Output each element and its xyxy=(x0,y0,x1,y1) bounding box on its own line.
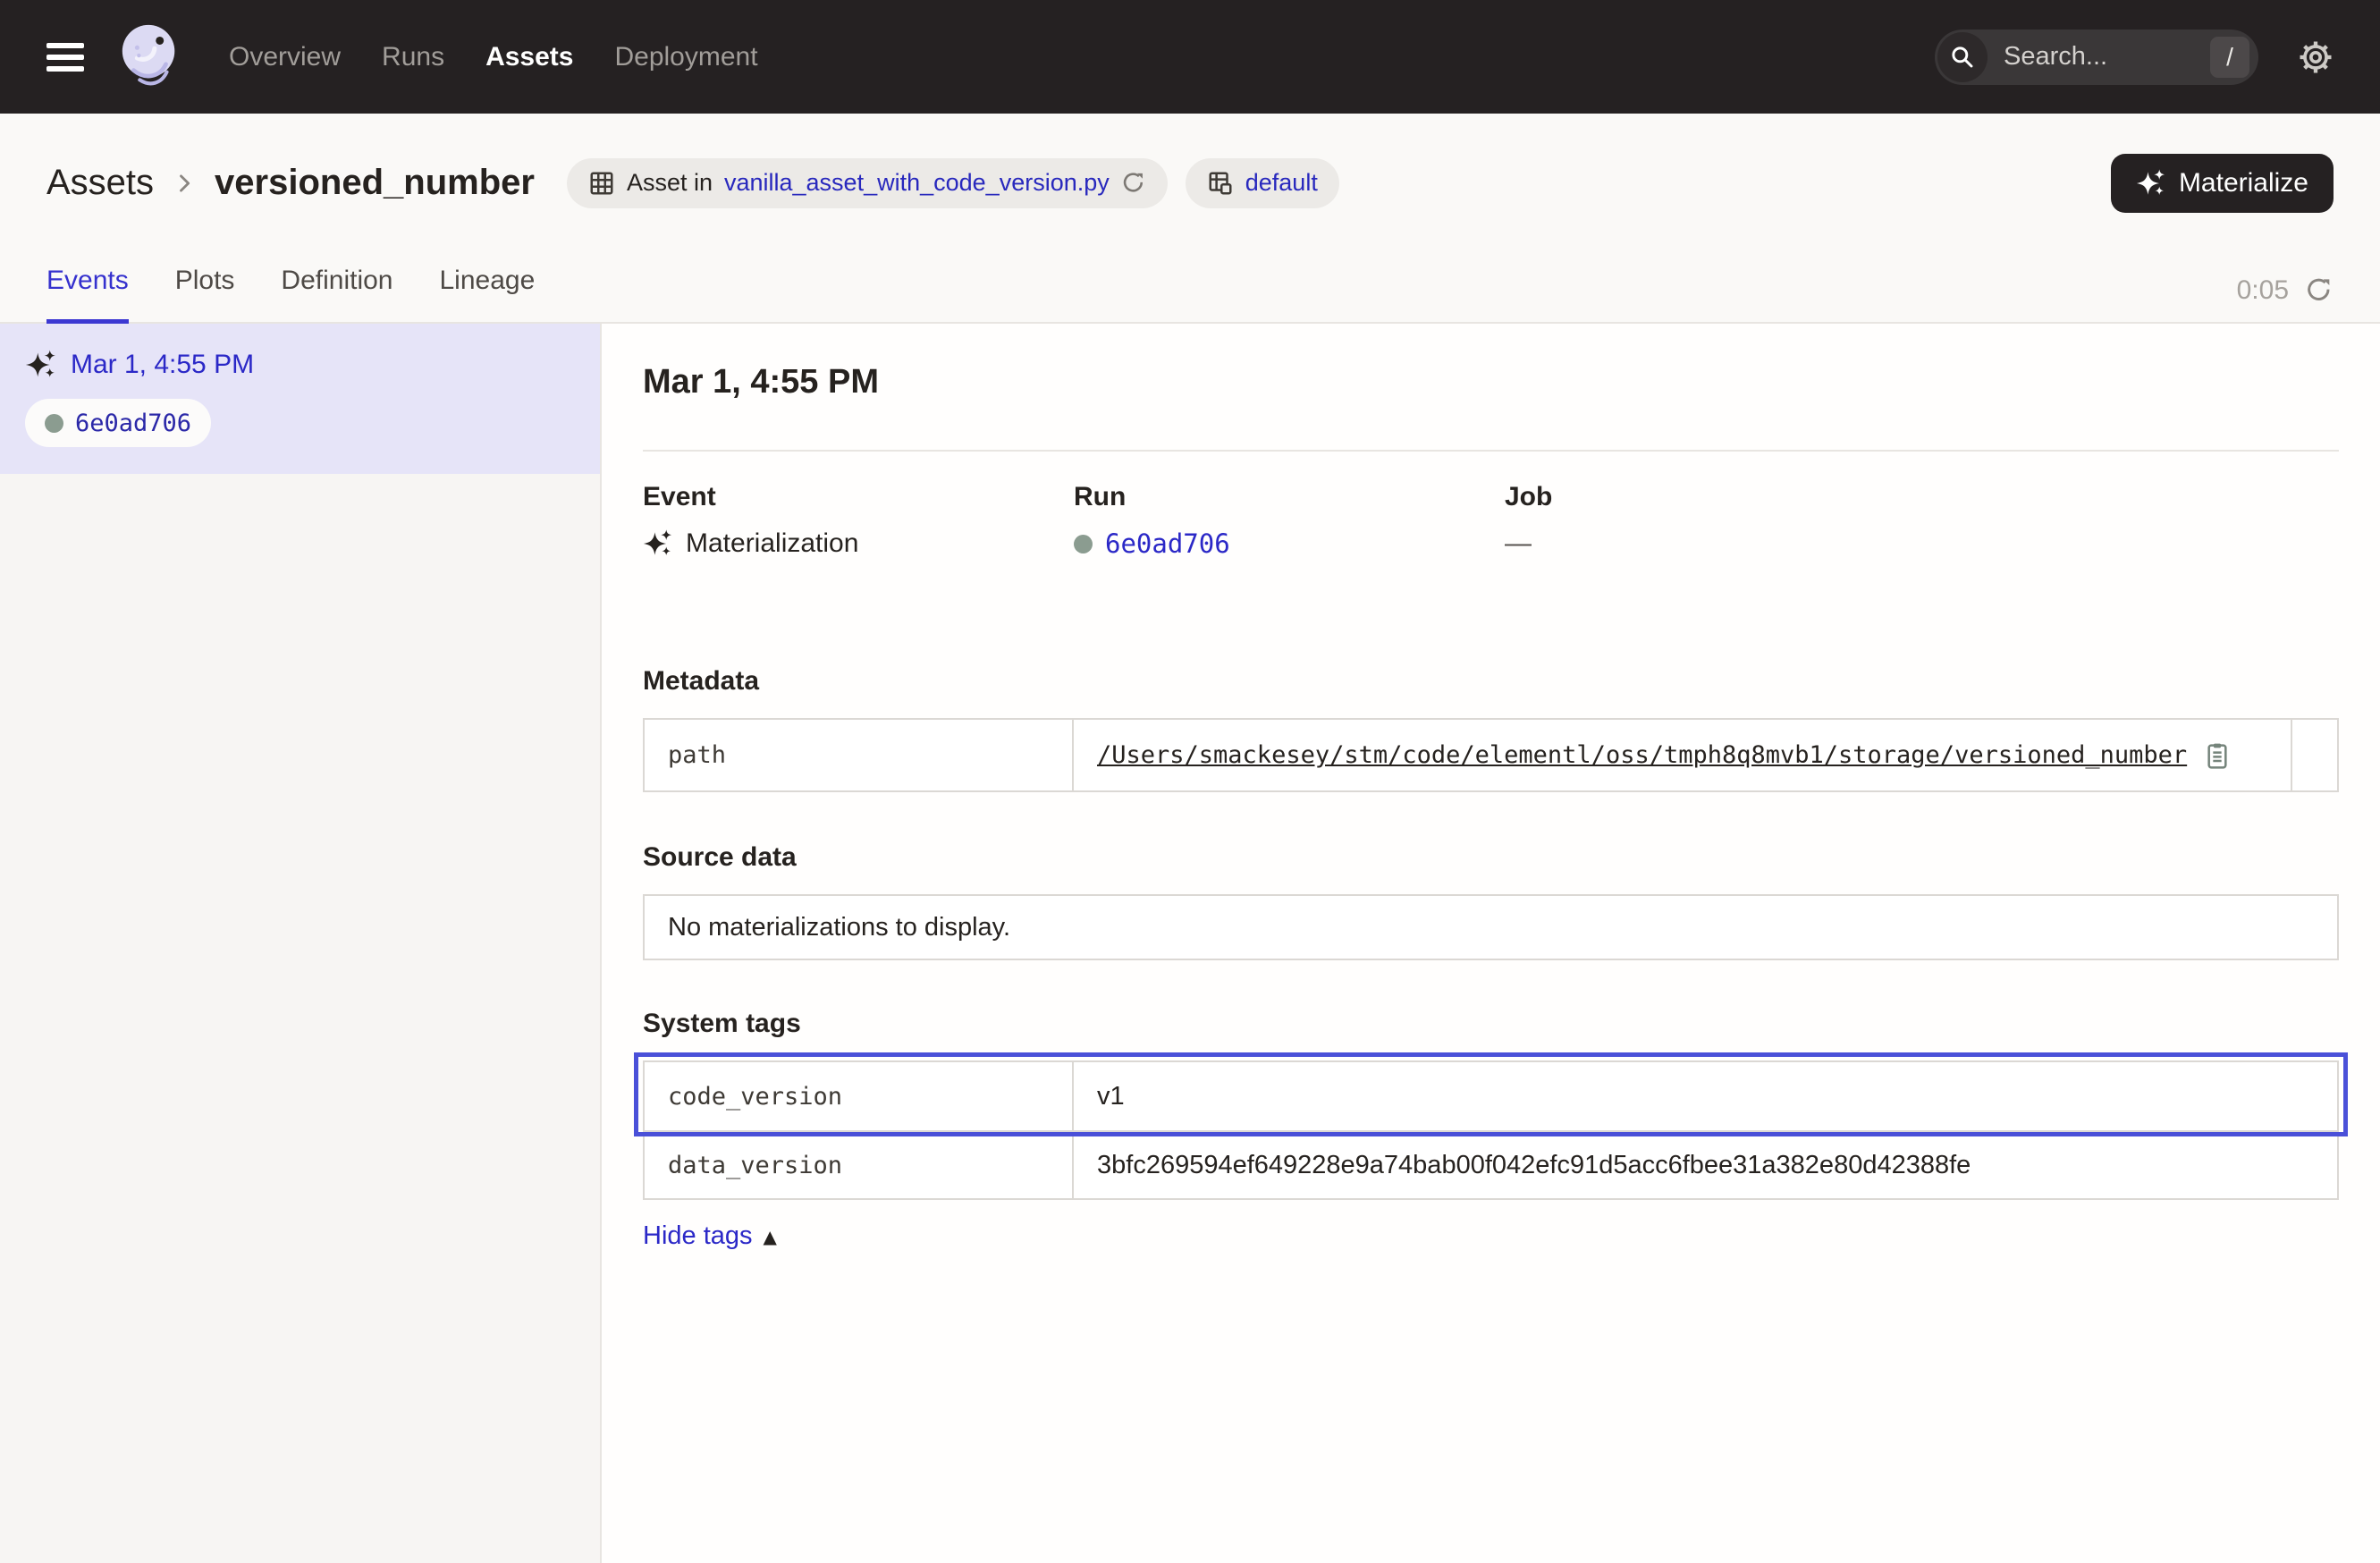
event-type-value: Materialization xyxy=(686,528,858,559)
event-column-label: Event xyxy=(643,482,1074,512)
settings-button[interactable] xyxy=(2298,39,2334,75)
run-id-label: 6e0ad706 xyxy=(75,410,191,437)
nav-assets[interactable]: Assets xyxy=(485,42,573,72)
hide-tags-link[interactable]: Hide tags ▲ xyxy=(643,1221,777,1251)
divider xyxy=(643,450,2339,452)
breadcrumb-header: Assets versioned_number Asset in vanilla… xyxy=(0,114,2380,224)
top-navigation-bar: Overview Runs Assets Deployment / xyxy=(0,0,2380,114)
table-spacer-cell xyxy=(2291,720,2337,790)
hide-tags-label: Hide tags xyxy=(643,1221,753,1251)
hamburger-menu-button[interactable] xyxy=(46,43,84,72)
refresh-countdown: 0:05 xyxy=(2237,275,2289,306)
event-detail-title: Mar 1, 4:55 PM xyxy=(643,363,2339,401)
materialization-sparkle-icon xyxy=(25,349,57,381)
hamburger-icon xyxy=(46,66,84,72)
materialization-sparkle-icon xyxy=(643,528,673,559)
run-column-label: Run xyxy=(1074,482,1505,512)
table-row: data_version 3bfc269594ef649228e9a74bab0… xyxy=(645,1130,2337,1198)
event-timestamp: Mar 1, 4:55 PM xyxy=(71,350,254,380)
source-data-section: Source data No materializations to displ… xyxy=(643,842,2339,960)
clipboard-icon xyxy=(2203,741,2232,770)
page-title: versioned_number xyxy=(215,163,535,203)
metadata-table: path /Users/smackesey/stm/code/elementl/… xyxy=(643,718,2339,792)
dagster-logo[interactable] xyxy=(114,21,186,93)
tag-value: v1 xyxy=(1074,1062,2337,1130)
search-icon-wrap xyxy=(1937,32,1988,82)
source-data-empty-box: No materializations to display. xyxy=(643,894,2339,960)
refresh-button[interactable] xyxy=(2305,276,2334,305)
chevron-right-icon xyxy=(172,171,197,196)
group-default-link[interactable]: default xyxy=(1245,169,1318,197)
run-status-dot xyxy=(45,414,63,433)
event-list-sidebar: Mar 1, 4:55 PM 6e0ad706 xyxy=(0,324,602,1563)
refresh-icon xyxy=(2305,276,2334,305)
gear-icon xyxy=(2298,39,2334,75)
table-row: path /Users/smackesey/stm/code/elementl/… xyxy=(645,720,2337,790)
primary-nav: Overview Runs Assets Deployment xyxy=(229,42,758,72)
job-empty-value: — xyxy=(1505,528,1532,559)
system-tags-heading: System tags xyxy=(643,1009,2339,1039)
event-detail-panel: Mar 1, 4:55 PM Event Materialization Run xyxy=(602,324,2380,1563)
global-search[interactable]: / xyxy=(1935,30,2258,85)
nav-deployment[interactable]: Deployment xyxy=(614,42,757,72)
asset-definition-chip[interactable]: Asset in vanilla_asset_with_code_version… xyxy=(567,158,1168,208)
event-list-item-selected[interactable]: Mar 1, 4:55 PM 6e0ad706 xyxy=(0,324,600,474)
run-status-dot xyxy=(1074,535,1093,553)
copy-path-button[interactable] xyxy=(2203,741,2232,770)
tab-lineage[interactable]: Lineage xyxy=(440,266,536,324)
run-id-chip[interactable]: 6e0ad706 xyxy=(25,399,211,447)
materialize-button[interactable]: Materialize xyxy=(2111,154,2334,213)
tag-key: code_version xyxy=(645,1062,1074,1130)
asset-file-link[interactable]: vanilla_asset_with_code_version.py xyxy=(724,169,1110,197)
asset-chip-prefix: Asset in xyxy=(627,169,713,197)
source-data-empty-message: No materializations to display. xyxy=(668,913,1010,942)
system-tags-table: code_version v1 data_version 3bfc269594e… xyxy=(643,1060,2339,1200)
run-id-link[interactable]: 6e0ad706 xyxy=(1105,528,1230,559)
table-grid-icon xyxy=(588,170,615,197)
hamburger-icon xyxy=(46,55,84,60)
tag-value: 3bfc269594ef649228e9a74bab00f042efc91d5a… xyxy=(1074,1132,2337,1198)
asset-group-chip[interactable]: default xyxy=(1186,158,1339,208)
reload-icon xyxy=(1121,171,1146,196)
search-shortcut-key: / xyxy=(2210,37,2249,78)
asset-tabs-bar: Events Plots Definition Lineage 0:05 xyxy=(0,224,2380,324)
reload-definition-button[interactable] xyxy=(1121,171,1146,196)
search-input[interactable] xyxy=(2004,42,2165,72)
tab-definition[interactable]: Definition xyxy=(281,266,392,324)
tab-events[interactable]: Events xyxy=(46,266,129,324)
dagster-octopus-icon xyxy=(115,22,185,92)
hamburger-icon xyxy=(46,43,84,48)
job-column-label: Job xyxy=(1505,482,1552,512)
table-row: code_version v1 xyxy=(645,1062,2337,1130)
system-tags-section: System tags code_version v1 data_version… xyxy=(643,1009,2339,1251)
metadata-path-link[interactable]: /Users/smackesey/stm/code/elementl/oss/t… xyxy=(1097,741,2187,769)
sparkle-icon xyxy=(2136,168,2166,199)
source-data-heading: Source data xyxy=(643,842,2339,873)
nav-runs[interactable]: Runs xyxy=(382,42,444,72)
search-icon xyxy=(1948,43,1977,72)
asset-group-icon xyxy=(1207,170,1234,197)
metadata-heading: Metadata xyxy=(643,666,2339,697)
materialize-label: Materialize xyxy=(2179,168,2308,199)
tab-plots[interactable]: Plots xyxy=(175,266,235,324)
metadata-section: Metadata path /Users/smackesey/stm/code/… xyxy=(643,666,2339,792)
caret-up-icon: ▲ xyxy=(764,1226,777,1247)
breadcrumb-assets-link[interactable]: Assets xyxy=(46,163,154,203)
metadata-key: path xyxy=(645,720,1074,790)
nav-overview[interactable]: Overview xyxy=(229,42,341,72)
tag-key: data_version xyxy=(645,1132,1074,1198)
